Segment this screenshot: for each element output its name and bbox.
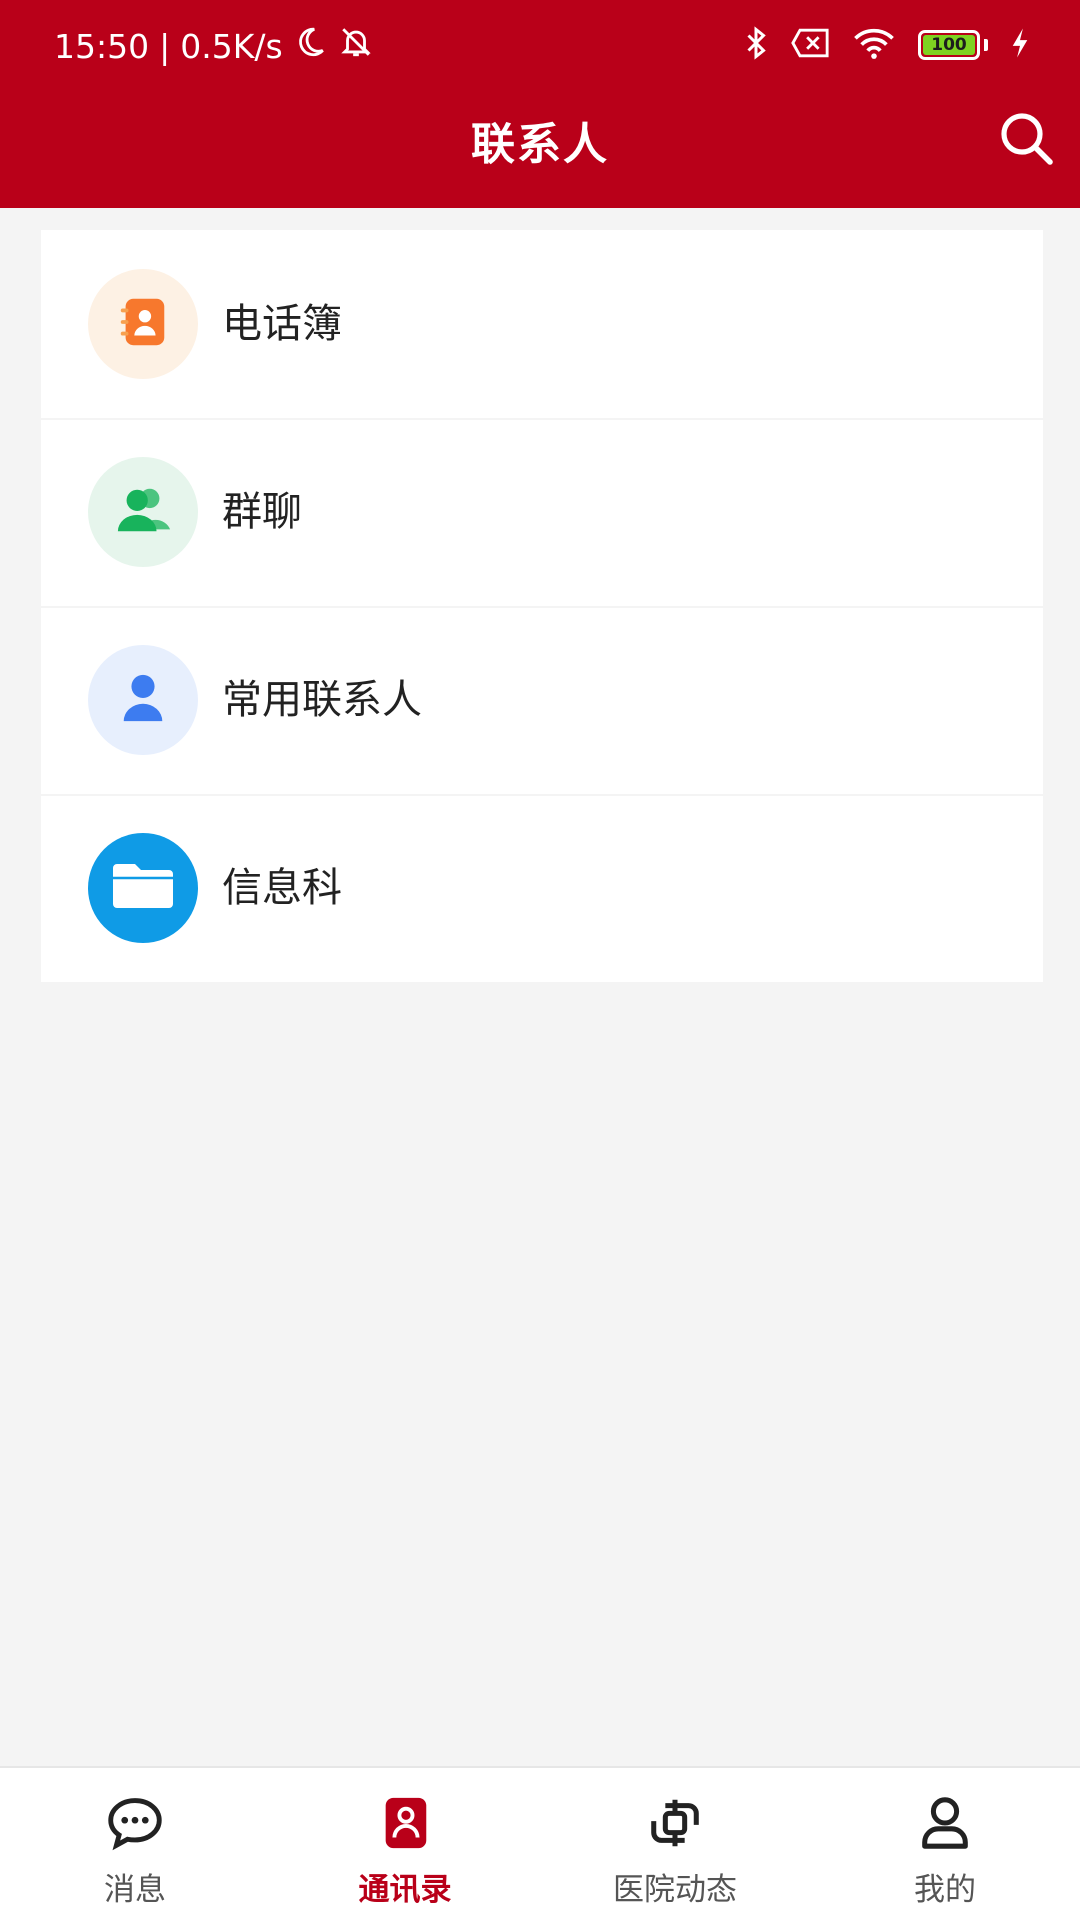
top-bar: 15:50 | 0.5K/s 100 联系人	[0, 0, 1080, 208]
status-right: 100	[744, 22, 1030, 68]
contacts-icon	[370, 1788, 440, 1858]
bottom-navigation: 消息 通讯录 医院动态 我的	[0, 1766, 1080, 1920]
battery-icon: 100	[918, 30, 988, 60]
search-icon	[998, 110, 1054, 170]
group-chat-icon	[112, 481, 174, 543]
folder-icon	[109, 857, 177, 919]
phonebook-avatar	[88, 269, 198, 379]
sim-error-icon	[790, 27, 830, 63]
menu-item-group-chat[interactable]: 群聊	[41, 418, 1043, 606]
menu-item-label: 电话簿	[222, 301, 342, 347]
menu-item-label: 群聊	[222, 489, 302, 535]
nav-tab-messages[interactable]: 消息	[0, 1768, 270, 1920]
contacts-screen: 15:50 | 0.5K/s 100 联系人 电话簿 群聊 常用联系人 信息科 …	[0, 0, 1080, 1920]
page-title: 联系人	[471, 119, 609, 170]
menu-item-label: 信息科	[222, 865, 342, 911]
nav-label: 通讯录	[358, 1872, 452, 1908]
nav-label: 消息	[104, 1872, 166, 1908]
moon-icon	[293, 25, 327, 67]
menu-item-label: 常用联系人	[222, 677, 422, 723]
bluetooth-icon	[744, 25, 768, 65]
info-department-avatar	[88, 833, 198, 943]
status-bar: 15:50 | 0.5K/s 100	[0, 0, 1080, 92]
phonebook-icon	[114, 293, 172, 355]
menu-item-info-department[interactable]: 信息科	[41, 794, 1043, 982]
nav-tab-profile[interactable]: 我的	[810, 1768, 1080, 1920]
contacts-menu-card: 电话簿 群聊 常用联系人 信息科	[41, 230, 1043, 982]
nav-label: 医院动态	[613, 1872, 737, 1908]
battery-level: 100	[923, 35, 975, 55]
hospital-news-icon	[640, 1788, 710, 1858]
charging-bolt-icon	[1010, 27, 1030, 63]
mute-bell-icon	[337, 25, 375, 67]
menu-item-phonebook[interactable]: 电话簿	[41, 230, 1043, 418]
profile-icon	[910, 1788, 980, 1858]
status-time: 15:50	[54, 26, 150, 66]
frequent-contacts-avatar	[88, 645, 198, 755]
status-separator: |	[159, 26, 171, 66]
status-left: 15:50 | 0.5K/s	[54, 24, 375, 68]
nav-tab-contacts[interactable]: 通讯录	[270, 1768, 540, 1920]
nav-label: 我的	[914, 1872, 976, 1908]
chat-bubble-icon	[100, 1788, 170, 1858]
nav-tab-hospital-news[interactable]: 医院动态	[540, 1768, 810, 1920]
group-chat-avatar	[88, 457, 198, 567]
person-icon	[116, 669, 170, 731]
menu-item-frequent-contacts[interactable]: 常用联系人	[41, 606, 1043, 794]
status-net-speed: 0.5K/s	[180, 26, 283, 66]
search-button[interactable]	[994, 108, 1058, 172]
wifi-icon	[852, 26, 896, 64]
